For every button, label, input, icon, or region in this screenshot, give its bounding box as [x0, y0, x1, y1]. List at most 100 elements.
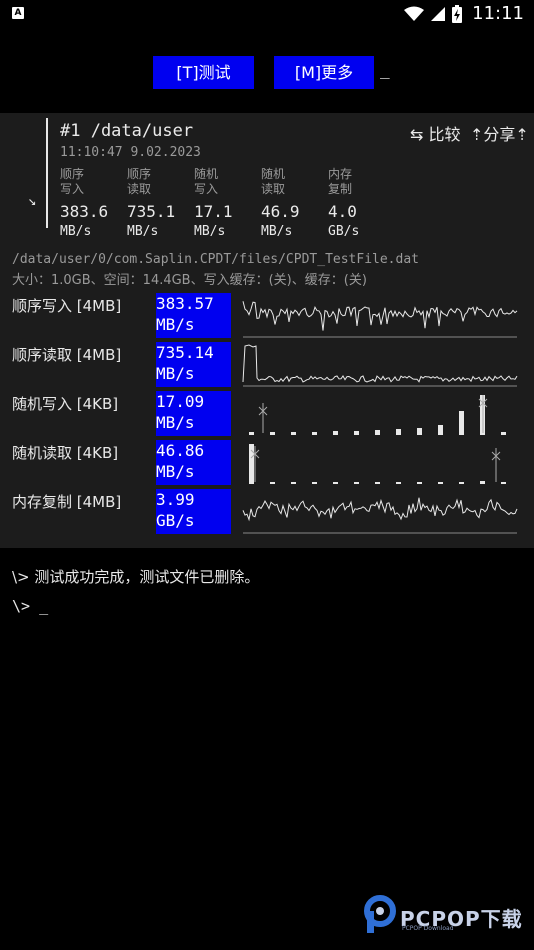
toolbar-cursor: _: [380, 60, 390, 79]
graph-bar: [459, 482, 464, 484]
summary-label: 复制: [328, 182, 353, 196]
graph-bar: [291, 432, 296, 435]
test-button[interactable]: [T]测试: [153, 56, 254, 89]
graph-bar: [417, 482, 422, 484]
graph-trace: [242, 344, 518, 383]
result-row-seq-write: 顺序写入 [4MB] 383.57 MB/s: [0, 293, 534, 339]
graph-bar: [438, 482, 443, 484]
summary-unit: MB/s: [127, 224, 159, 239]
graph-bar: [396, 429, 401, 435]
result-value: 17.09: [156, 392, 205, 411]
result-unit: MB/s: [156, 364, 195, 383]
result-graph-seq-read: [242, 344, 518, 387]
summary-label: 内存: [328, 167, 353, 181]
summary-value: 17.1: [194, 202, 233, 221]
result-graph-mem-copy: [242, 497, 518, 534]
watermark: PCPOP下载 PCPOP Download: [362, 895, 527, 935]
summary-label: 随机: [194, 167, 219, 181]
result-value: 46.86: [156, 441, 205, 460]
summary-rand-write: 随机 写入 17.1 MB/s: [194, 167, 256, 239]
graph-bar: [270, 482, 275, 484]
result-value-box: 383.57 MB/s: [156, 293, 231, 338]
result-label: 顺序写入 [4MB]: [12, 297, 122, 315]
summary-value: 4.0: [328, 202, 357, 221]
summary-label: 读取: [261, 182, 286, 196]
result-label: 随机读取 [4KB]: [12, 444, 119, 462]
summary-value: 46.9: [261, 202, 300, 221]
clock: 11:11: [472, 3, 524, 24]
graph-bar: [459, 411, 464, 435]
result-row-seq-read: 顺序读取 [4MB] 735.14 MB/s: [0, 342, 534, 388]
console-prompt[interactable]: \> _: [12, 597, 48, 615]
summary-label: 顺序: [60, 167, 85, 181]
summary-label: 顺序: [127, 167, 152, 181]
summary-label: 读取: [127, 182, 152, 196]
summary-label: 写入: [194, 182, 219, 196]
test-file-info: 大小：1.0GB、空间：14.4GB、写入缓存：(关)、缓存：(关): [12, 273, 367, 288]
status-bar: A 11:11: [0, 0, 534, 28]
cellular-signal-icon: [431, 6, 446, 21]
collapse-arrow-icon[interactable]: ↘: [28, 193, 36, 209]
status-icons: 11:11: [404, 3, 524, 24]
result-graph-rand-read: [249, 444, 506, 484]
summary-value: 383.6: [60, 202, 109, 221]
result-graph-rand-write: [249, 395, 506, 435]
summary-mem-copy: 内存 复制 4.0 GB/s: [328, 167, 390, 239]
graph-bar: [312, 482, 317, 484]
summary-label: 随机: [261, 167, 286, 181]
result-graph-seq-write: [242, 301, 518, 338]
result-value-box: 735.14 MB/s: [156, 342, 231, 387]
graph-bar: [249, 432, 254, 435]
summary-rand-read: 随机 读取 46.9 MB/s: [261, 167, 323, 239]
watermark-subtext: PCPOP Download: [402, 925, 454, 932]
more-button[interactable]: [M]更多: [274, 56, 374, 89]
summary-seq-read: 顺序 读取 735.1 MB/s: [127, 167, 189, 239]
graph-bar: [417, 428, 422, 435]
result-row-rand-write: 随机写入 [4KB] 17.09 MB/s: [0, 391, 534, 437]
summary-unit: GB/s: [328, 224, 360, 239]
wifi-icon: [404, 6, 425, 21]
summary-value: 735.1: [127, 202, 176, 221]
result-label: 随机写入 [4KB]: [12, 395, 119, 413]
summary-seq-write: 顺序 写入 383.6 MB/s: [60, 167, 122, 239]
test-file-path: /data/user/0/com.Saplin.CPDT/files/CPDT_…: [12, 252, 419, 267]
results-panel: ↘ #1 /data/user 11:10:47 9.02.2023 ⇆ 比较 …: [0, 113, 534, 548]
result-label: 内存复制 [4MB]: [12, 493, 122, 511]
toolbar: [T]测试 [M]更多 _: [0, 56, 534, 90]
result-value-box: 17.09 MB/s: [156, 391, 231, 436]
result-unit: MB/s: [156, 413, 195, 432]
summary-unit: MB/s: [60, 224, 92, 239]
result-value-box: 46.86 MB/s: [156, 440, 231, 485]
pcpop-logo-icon: [364, 895, 396, 933]
result-unit: MB/s: [156, 315, 195, 334]
graph-bar: [333, 482, 338, 484]
graph-trace: [242, 301, 518, 331]
graph-bar: [312, 432, 317, 435]
summary-label: 写入: [60, 182, 85, 196]
battery-charging-icon: [452, 4, 463, 23]
graph-bar: [333, 431, 338, 435]
app-notification-icon: A: [12, 7, 24, 19]
graph-bar: [375, 430, 380, 435]
graph-bar: [480, 481, 485, 484]
result-row-rand-read: 随机读取 [4KB] 46.86 MB/s: [0, 440, 534, 486]
run-title: #1 /data/user: [60, 121, 194, 141]
run-divider: [46, 118, 48, 228]
result-value: 383.57: [156, 294, 214, 313]
result-row-mem-copy: 内存复制 [4MB] 3.99 GB/s: [0, 489, 534, 535]
summary-unit: MB/s: [194, 224, 226, 239]
run-timestamp: 11:10:47 9.02.2023: [60, 145, 201, 160]
graph-bar: [438, 425, 443, 435]
summary-unit: MB/s: [261, 224, 293, 239]
result-value: 3.99: [156, 490, 195, 509]
graph-bar: [375, 482, 380, 484]
result-unit: GB/s: [156, 511, 195, 530]
result-label: 顺序读取 [4MB]: [12, 346, 122, 364]
share-button[interactable]: ⇡分享⇡: [470, 121, 529, 145]
graph-trace: [242, 497, 518, 522]
graph-bar: [501, 482, 506, 484]
graph-bar: [354, 431, 359, 435]
result-unit: MB/s: [156, 462, 195, 481]
compare-button[interactable]: ⇆ 比较: [410, 121, 461, 145]
console-line: \> 测试成功完成，测试文件已删除。: [12, 568, 260, 586]
